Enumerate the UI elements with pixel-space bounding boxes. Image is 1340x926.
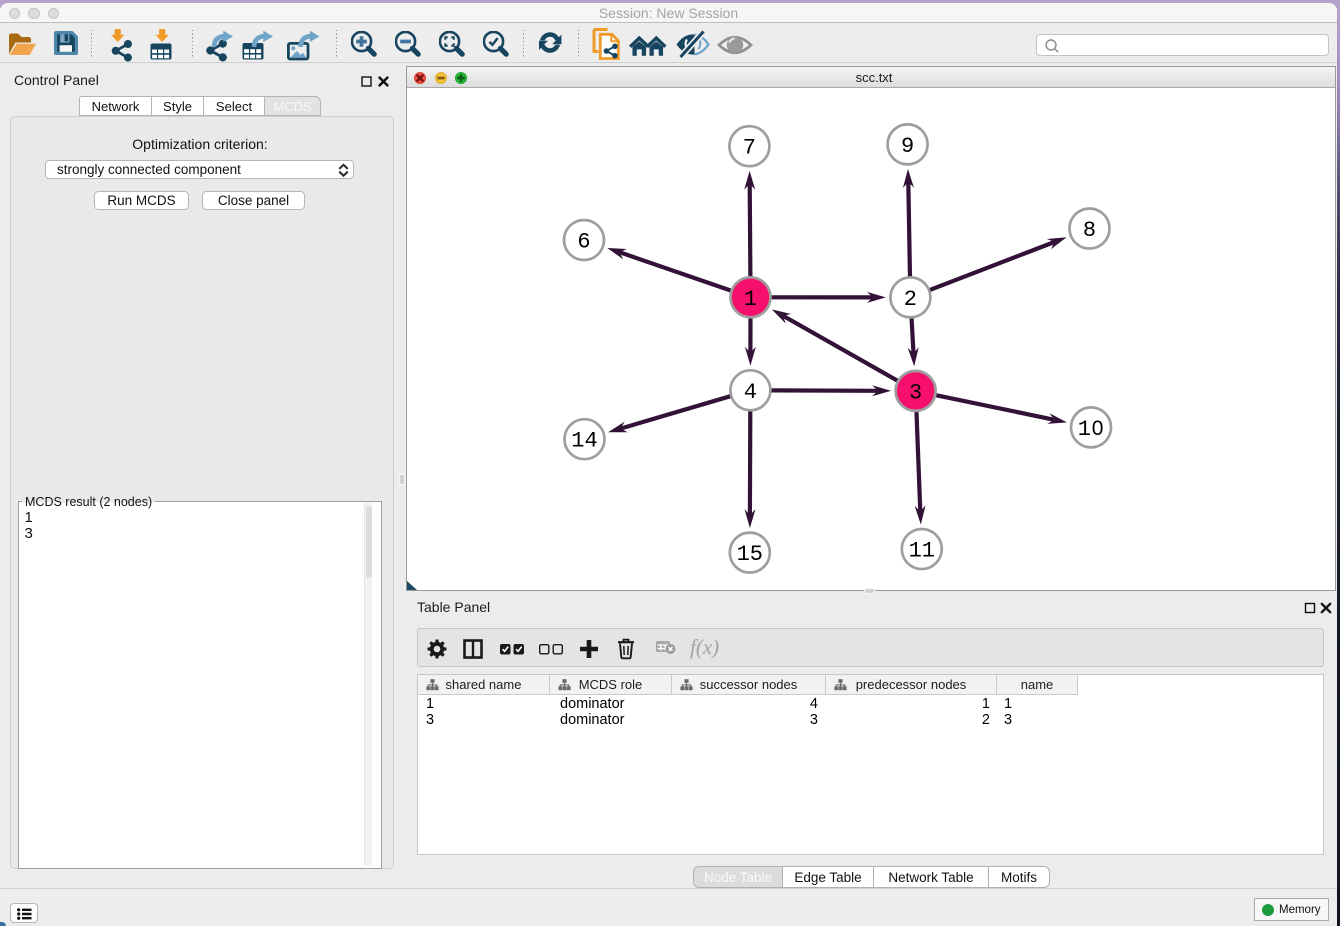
svg-text:8: 8 bbox=[1083, 218, 1096, 243]
svg-text:11: 11 bbox=[909, 539, 935, 564]
svg-text:7: 7 bbox=[743, 136, 756, 161]
svg-text:3: 3 bbox=[909, 380, 922, 405]
svg-text:6: 6 bbox=[577, 230, 590, 255]
svg-text:4: 4 bbox=[744, 380, 757, 405]
svg-text:2: 2 bbox=[904, 287, 917, 312]
svg-text:0: 0 bbox=[1092, 417, 1104, 440]
svg-text:1: 1 bbox=[1078, 417, 1091, 442]
svg-text:9: 9 bbox=[901, 134, 914, 159]
svg-text:1: 1 bbox=[744, 287, 757, 312]
svg-text:15: 15 bbox=[737, 542, 763, 567]
svg-text:14: 14 bbox=[571, 429, 597, 454]
